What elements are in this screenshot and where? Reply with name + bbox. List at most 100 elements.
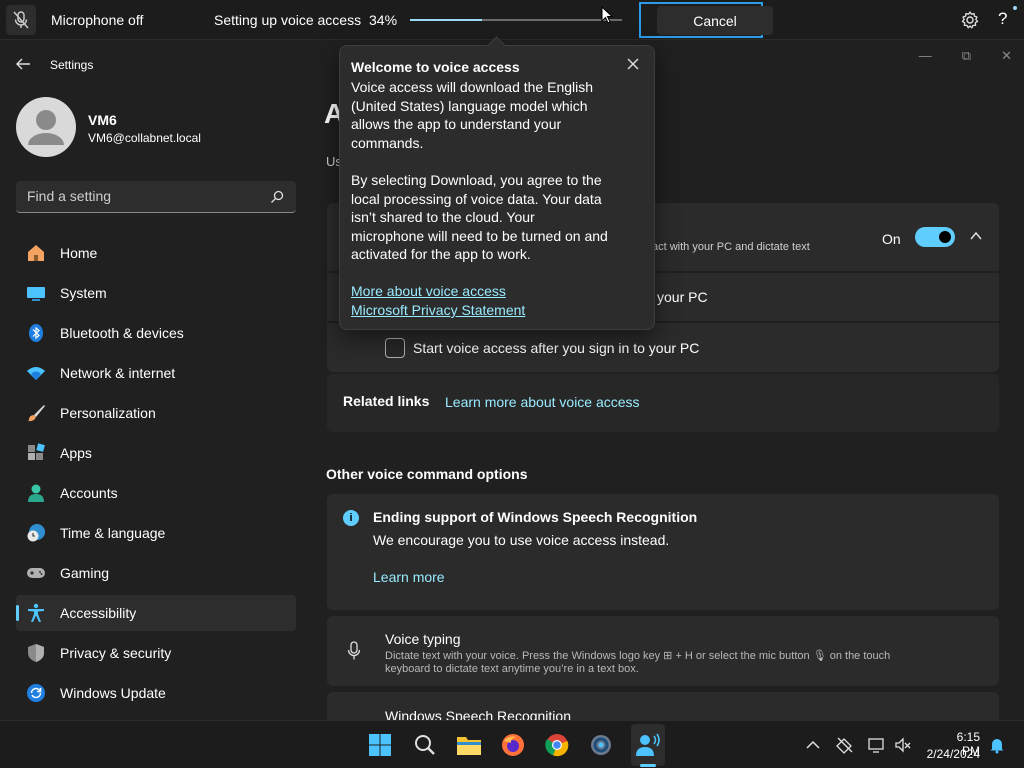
restore-icon[interactable]: ⧉ [962,48,971,64]
bluetooth-icon [26,323,46,343]
related-links-title: Related links [343,393,430,409]
setup-progress-fill [410,19,483,21]
sidebar-item-system[interactable]: System [16,275,296,311]
apps-icon [26,443,46,463]
chevron-up-icon[interactable] [804,736,822,754]
sidebar-nav: Home System Bluetooth & devices Network … [16,235,296,715]
notification-dot [1013,6,1017,10]
sidebar-item-privacy-security[interactable]: Privacy & security [16,635,296,671]
microphone-status-label: Microphone off [51,12,144,28]
clock-globe-icon [26,523,46,543]
flyout-paragraph-2: By selecting Download, you agree to the … [351,172,608,263]
user-placeholder-icon [28,110,64,145]
file-explorer-icon[interactable] [455,731,483,759]
sidebar-item-label: Gaming [60,565,110,581]
active-app-indicator [640,764,656,767]
sidebar-item-windows-update[interactable]: Windows Update [16,675,296,711]
chrome-icon[interactable] [543,731,571,759]
flyout-paragraph-1: Voice access will download the English (… [351,79,594,151]
sidebar-item-label: Accessibility [60,605,137,621]
setup-progress-bar [410,19,622,21]
volume-muted-icon[interactable] [894,736,912,754]
voice-typing-desc-line2: keyboard to dictate text anytime you’re … [385,663,639,675]
sidebar-item-label: Windows Update [60,685,166,701]
cancel-button[interactable]: Cancel [657,6,773,35]
toggle-state-label: On [882,231,901,247]
display-icon[interactable] [868,736,886,754]
shield-icon [26,643,46,663]
speech-recognition-notice-card: i Ending support of Windows Speech Recog… [327,494,999,610]
voice-typing-title: Voice typing [385,631,461,647]
option-label: your PC [657,289,708,305]
windows-speech-recognition-card[interactable]: Windows Speech Recognition [327,692,999,722]
sidebar-item-accounts[interactable]: Accounts [16,475,296,511]
taskbar: 6:15 PM 2/24/2024 [0,720,1024,768]
network-disconnected-icon[interactable] [836,736,854,754]
start-after-signin-row: Start voice access after you sign in to … [327,323,999,372]
voice-typing-desc-line1: Dictate text with your voice. Press the … [385,650,891,662]
start-after-signin-label: Start voice access after you sign in to … [413,340,700,356]
voice-access-toggle[interactable] [915,227,955,247]
home-icon [26,243,46,263]
start-after-signin-checkbox[interactable] [385,338,405,358]
sidebar-item-label: Accounts [60,485,118,501]
welcome-flyout: Welcome to voice access Voice access wil… [339,45,655,330]
notice-title: Ending support of Windows Speech Recogni… [373,509,698,525]
voice-typing-description: Dictate text with your voice. Press the … [385,650,985,676]
privacy-statement-link[interactable]: Microsoft Privacy Statement [351,302,525,318]
brush-icon [26,403,46,423]
search-icon[interactable] [411,731,439,759]
user-name: VM6 [88,112,117,128]
search-input[interactable] [27,188,257,204]
chevron-up-icon[interactable] [970,231,982,241]
sidebar-item-time-language[interactable]: Time & language [16,515,296,551]
mouse-cursor-icon [601,6,613,24]
user-email: VM6@collabnet.local [88,131,201,145]
section-title: Other voice command options [326,466,528,482]
window-controls: — ⧉ ✕ [919,48,1012,64]
gamepad-icon [26,563,46,583]
sidebar-item-gaming[interactable]: Gaming [16,555,296,591]
avatar [16,97,76,157]
sidebar-item-label: Apps [60,445,92,461]
microphone-toggle-button[interactable] [6,5,36,35]
voice-access-icon[interactable] [634,731,662,759]
setup-progress-percent: 34% [369,12,398,28]
sidebar-item-network-internet[interactable]: Network & internet [16,355,296,391]
help-icon[interactable]: ? [998,9,1007,29]
more-about-voice-access-link[interactable]: More about voice access [351,283,506,299]
flyout-title: Welcome to voice access [351,59,520,75]
back-arrow-icon[interactable] [14,56,32,72]
sidebar-item-accessibility[interactable]: Accessibility [16,595,296,631]
sidebar-item-label: Home [60,245,98,261]
minimize-icon[interactable]: — [919,48,932,64]
microphone-off-icon [13,11,29,29]
toggle-knob [939,231,951,243]
gear-icon[interactable] [960,10,980,30]
firefox-icon[interactable] [499,731,527,759]
close-icon[interactable] [626,57,640,71]
settings-search [16,181,296,213]
sidebar-item-apps[interactable]: Apps [16,435,296,471]
microphone-icon [347,641,361,660]
sidebar-item-bluetooth-devices[interactable]: Bluetooth & devices [16,315,296,351]
sidebar-item-label: Privacy & security [60,645,172,661]
search-icon[interactable] [270,190,284,204]
sidebar-item-label: Bluetooth & devices [60,325,184,341]
app-title: Settings [50,58,94,72]
sidebar-item-label: Network & internet [60,365,176,381]
settings-icon[interactable] [587,731,615,759]
windows-start-icon[interactable] [366,731,394,759]
notice-body: We encourage you to use voice access ins… [373,532,670,548]
learn-more-link[interactable]: Learn more [373,569,445,585]
voice-typing-card[interactable]: Voice typing Dictate text with your voic… [327,616,999,686]
notification-bell-icon[interactable] [988,736,1006,754]
accounts-icon [26,483,46,503]
close-icon[interactable]: ✕ [1001,48,1012,64]
sidebar-item-home[interactable]: Home [16,235,296,271]
learn-more-voice-access-link[interactable]: Learn more about voice access [445,394,640,410]
related-links-card: Related links Learn more about voice acc… [327,374,999,432]
taskbar-date[interactable]: 2/24/2024 [918,747,980,761]
voice-access-bar: Microphone off Setting up voice access 3… [0,0,1024,40]
sidebar-item-personalization[interactable]: Personalization [16,395,296,431]
